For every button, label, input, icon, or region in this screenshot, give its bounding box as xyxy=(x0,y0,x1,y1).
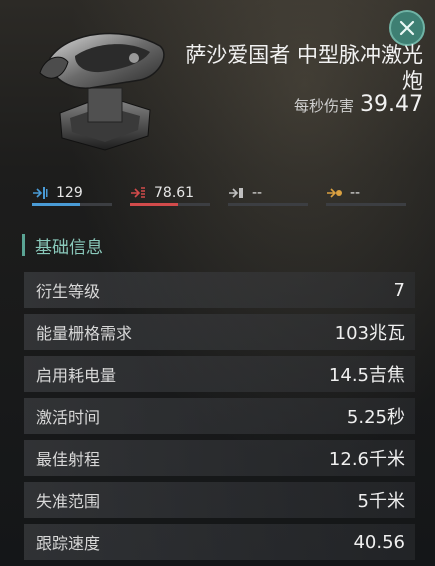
damage-explosive-value: -- xyxy=(350,185,361,201)
kinetic-damage-icon xyxy=(229,188,243,198)
close-button[interactable] xyxy=(389,10,425,46)
stat-value: 12.6千米 xyxy=(328,449,405,470)
dps-value: 39.47 xyxy=(360,92,423,117)
stat-value: 5千米 xyxy=(357,491,405,512)
thermal-damage-icon xyxy=(131,187,145,198)
stat-label: 启用耗电量 xyxy=(36,366,117,385)
em-damage-icon xyxy=(33,187,48,199)
pulse-laser-turret-icon xyxy=(39,32,165,151)
damage-types-row: 129 78.61 -- -- xyxy=(32,180,406,206)
damage-explosive: -- xyxy=(326,180,406,206)
stat-row-activation-time: 激活时间 5.25秒 xyxy=(24,398,415,434)
stat-label: 能量栅格需求 xyxy=(36,324,133,343)
stat-value: 40.56 xyxy=(353,531,405,553)
module-title: 萨沙爱国者 中型脉冲激光炮 xyxy=(185,43,423,93)
stat-label: 跟踪速度 xyxy=(36,534,101,553)
stat-label: 激活时间 xyxy=(36,408,101,427)
stat-label: 衍生等级 xyxy=(36,282,101,301)
explosive-damage-icon xyxy=(327,188,342,198)
section-title: 基础信息 xyxy=(35,237,103,258)
stat-row-activation-cost: 启用耗电量 14.5吉焦 xyxy=(24,356,415,392)
stat-value: 5.25秒 xyxy=(346,407,405,428)
stat-row-optimal-range: 最佳射程 12.6千米 xyxy=(24,440,415,476)
damage-em-bar xyxy=(32,203,80,206)
close-icon xyxy=(399,20,415,36)
stat-label: 最佳射程 xyxy=(36,450,101,469)
stat-row-tracking-speed: 跟踪速度 40.56 xyxy=(24,524,415,560)
damage-thermal-bar xyxy=(130,203,178,206)
dps-row: 每秒伤害 39.47 xyxy=(294,92,423,117)
dps-label: 每秒伤害 xyxy=(294,97,355,115)
damage-thermal: 78.61 xyxy=(130,180,210,206)
stat-value: 14.5吉焦 xyxy=(328,365,405,386)
stat-row-falloff: 失准范围 5千米 xyxy=(24,482,415,518)
stat-value: 7 xyxy=(393,279,405,301)
damage-em: 129 xyxy=(32,180,112,206)
stat-value: 103兆瓦 xyxy=(334,323,405,344)
stat-row-powergrid: 能量栅格需求 103兆瓦 xyxy=(24,314,415,350)
stat-row-meta-level: 衍生等级 7 xyxy=(24,272,415,308)
section-header: 基础信息 xyxy=(22,232,103,258)
damage-kinetic: -- xyxy=(228,180,308,206)
damage-thermal-value: 78.61 xyxy=(154,185,195,201)
damage-kinetic-value: -- xyxy=(252,185,263,201)
damage-em-value: 129 xyxy=(56,185,83,201)
stat-label: 失准范围 xyxy=(36,492,101,511)
stats-list: 衍生等级 7 能量栅格需求 103兆瓦 启用耗电量 14.5吉焦 激活时间 5.… xyxy=(24,272,415,566)
module-info-panel: 萨沙爱国者 中型脉冲激光炮 每秒伤害 39.47 129 78.61 -- --… xyxy=(0,0,435,566)
section-marker xyxy=(22,234,25,256)
